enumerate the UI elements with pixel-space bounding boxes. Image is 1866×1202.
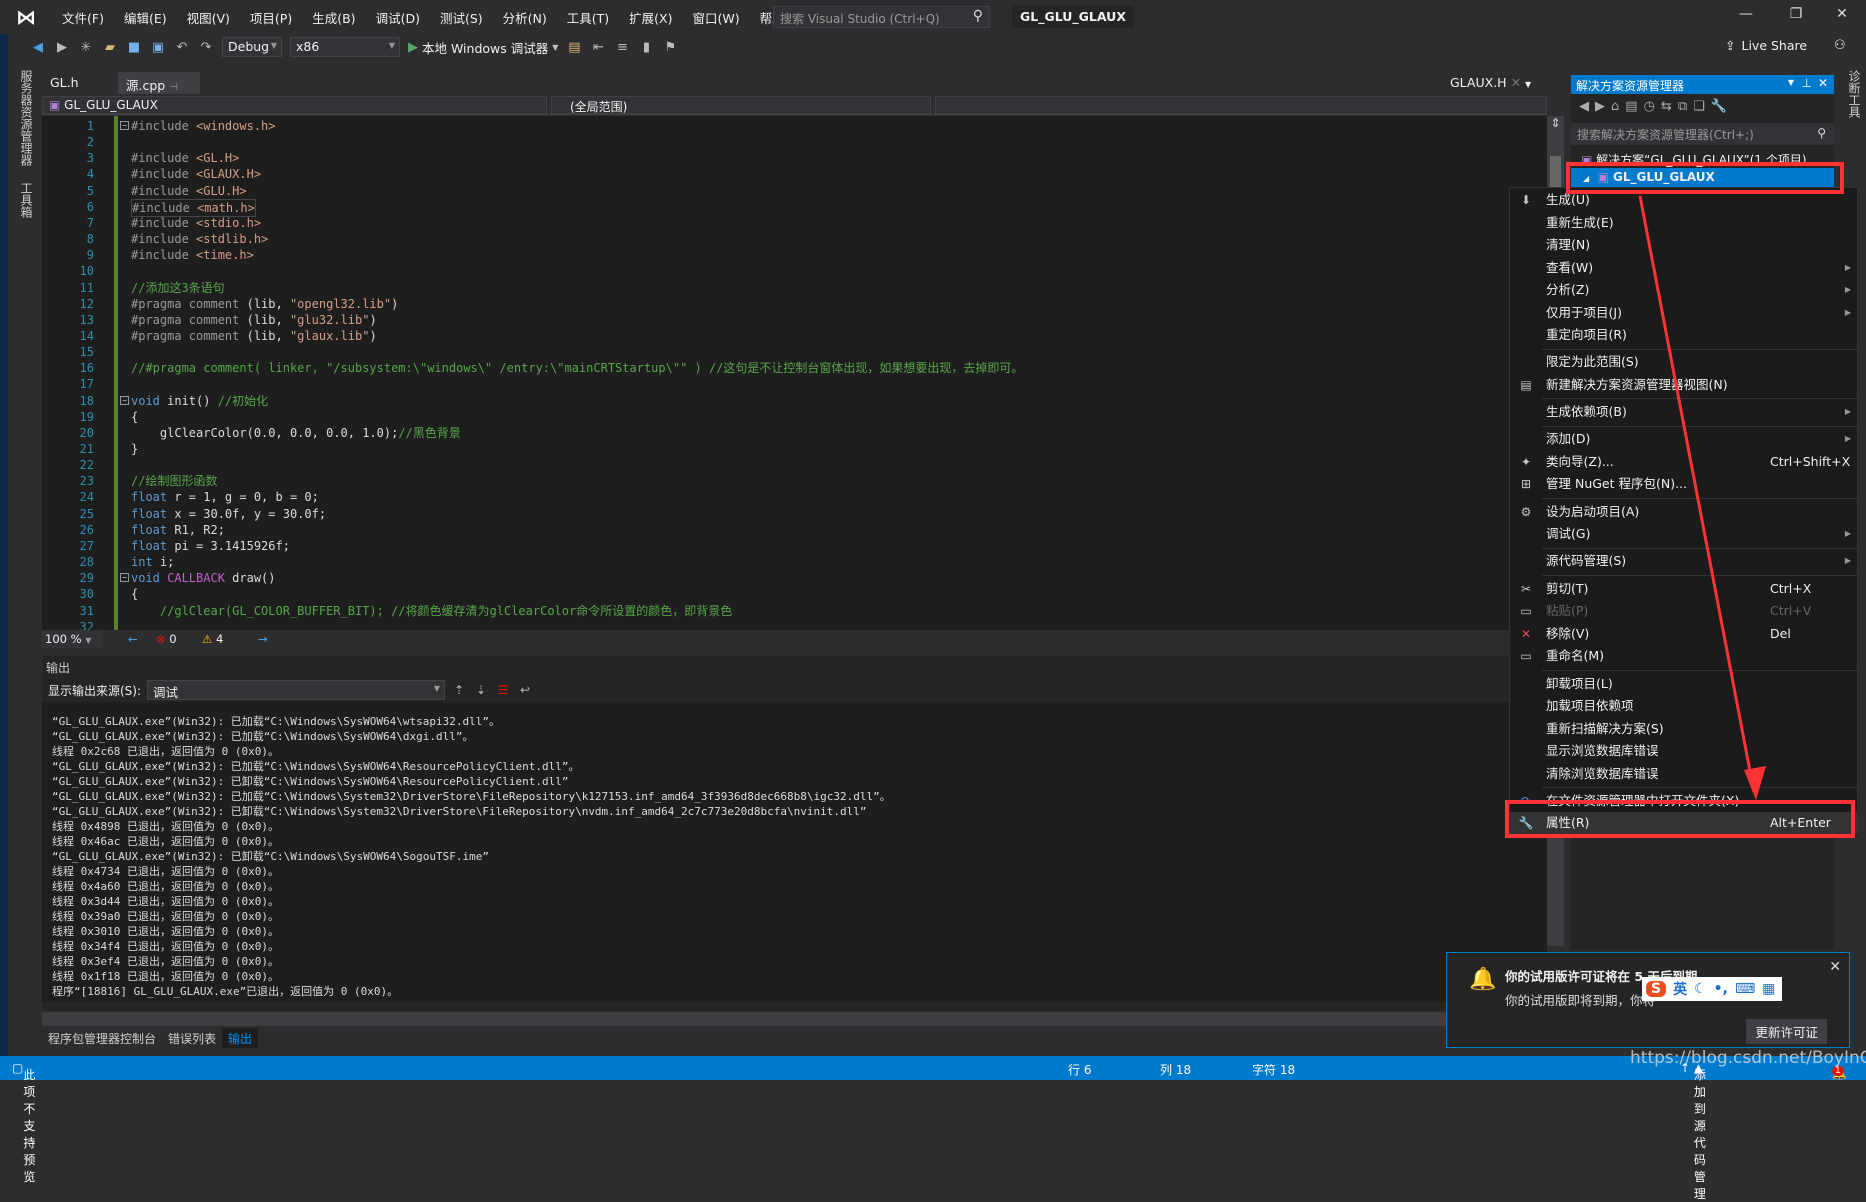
source-control-label: 添加到源代码管理 [1693, 1068, 1706, 1201]
status-line: 行 6 [1068, 1063, 1092, 1077]
grid-icon[interactable]: ▦ [1762, 981, 1775, 997]
renew-license-button[interactable]: 更新许可证 [1746, 1019, 1827, 1044]
sogou-logo-icon: S [1646, 981, 1667, 997]
ime-mode[interactable]: 英 [1673, 979, 1687, 999]
status-bar: ▢ 此项不支持预览 行 6 列 18 字符 18 ↑ 添加到源代码管理 ▲ 🔔1 [0, 1056, 1866, 1201]
ime-toolbar[interactable]: S 英 ☾ •, ⌨ ▦ [1642, 977, 1782, 1001]
punctuation-icon[interactable]: •, [1714, 981, 1728, 997]
status-column: 列 18 [1160, 1063, 1192, 1077]
watermark: https://blog.csdn.net/BoyInC0de [1630, 1048, 1866, 1068]
keyboard-icon[interactable]: ⌨ [1735, 981, 1755, 997]
annotation-arrow [1638, 195, 1766, 800]
status-char: 字符 18 [1252, 1063, 1296, 1077]
status-message-text: 此项不支持预览 [23, 1068, 36, 1184]
status-message: ▢ 此项不支持预览 [12, 1061, 36, 1184]
close-icon[interactable]: ✕ [1829, 959, 1841, 975]
notification-body: 你的试用版即将到期，你将 [1505, 993, 1656, 1008]
bell-icon: 🔔 [1469, 967, 1497, 992]
moon-icon[interactable]: ☾ [1694, 981, 1707, 997]
